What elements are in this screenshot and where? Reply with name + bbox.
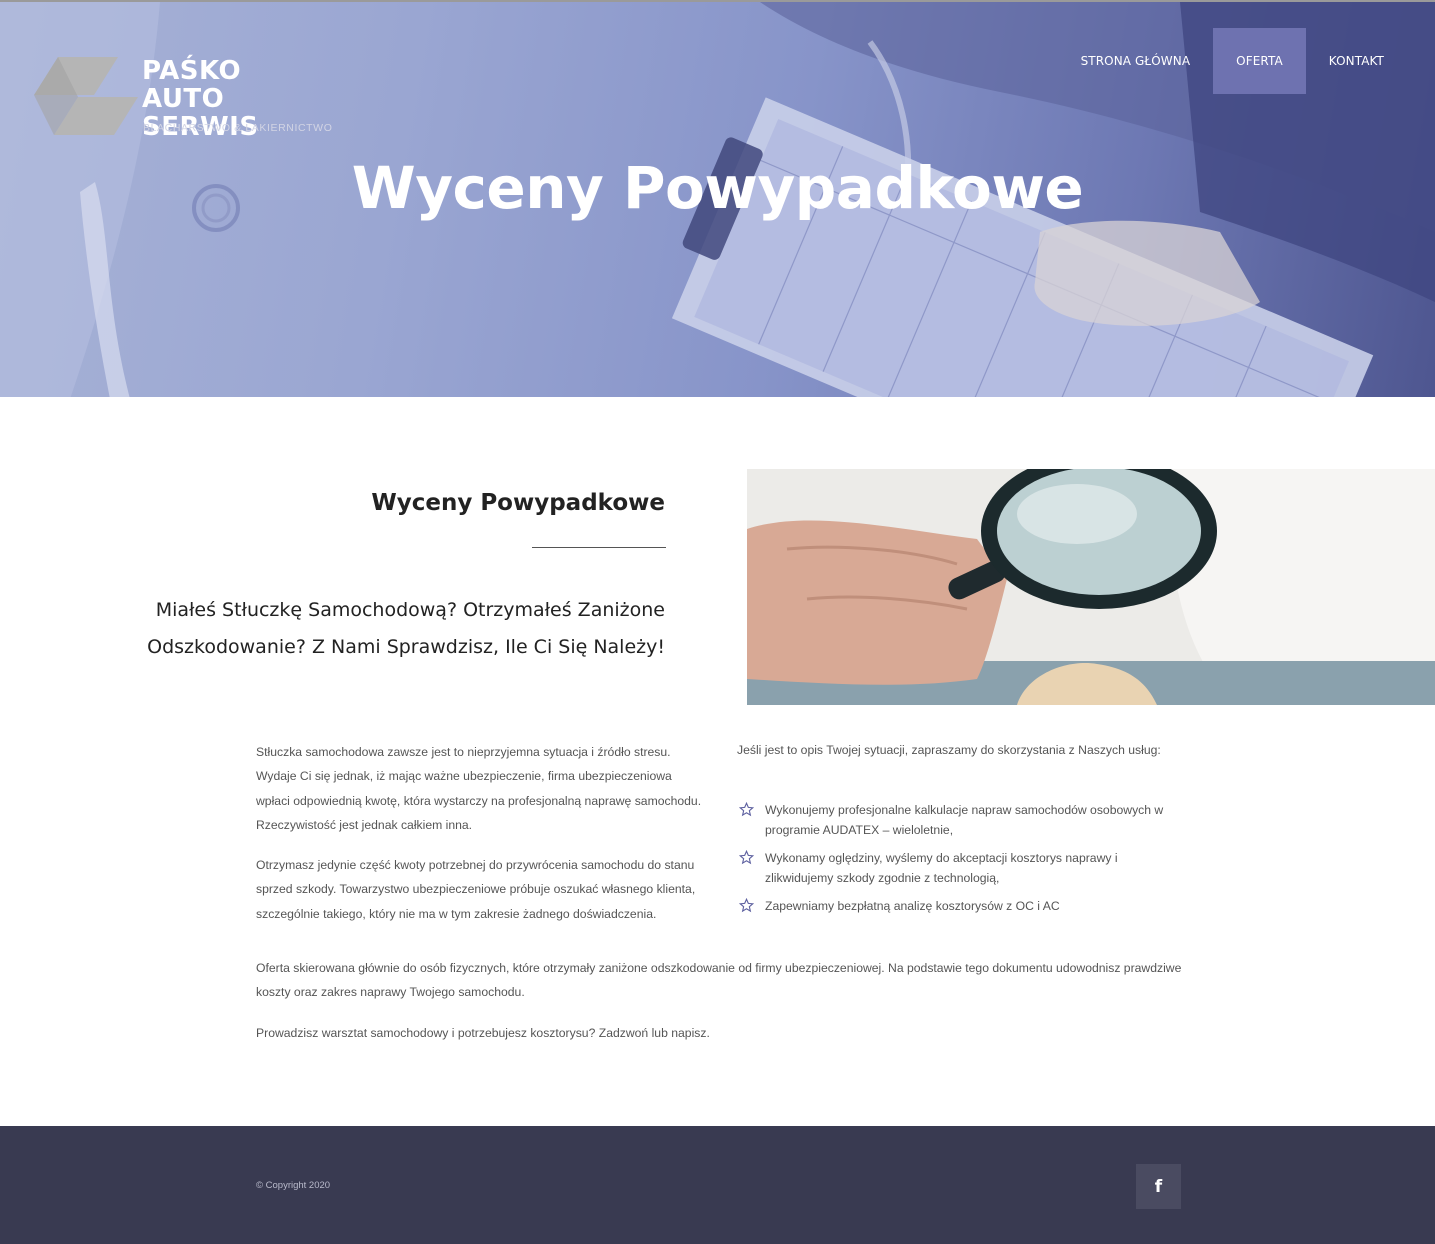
services-list: Wykonujemy profesjonalne kalkulacje napr… <box>737 800 1187 916</box>
paragraph-offer: Oferta skierowana głównie do osób fizycz… <box>256 961 1182 1000</box>
nav-item-offer[interactable]: OFERTA <box>1213 28 1306 94</box>
nav-item-contact[interactable]: KONTAKT <box>1306 28 1407 94</box>
hero-banner: PAŚKO AUTO SERWIS BLACHARSTWO & LAKIERNI… <box>0 0 1435 397</box>
list-item-text: Wykonamy oględziny, wyślemy do akceptacj… <box>765 851 1118 885</box>
section-divider <box>532 547 666 548</box>
list-item: Wykonujemy profesjonalne kalkulacje napr… <box>737 800 1187 840</box>
footer: © Copyright 2020 f <box>0 1126 1435 1244</box>
paragraph-insurer: Otrzymasz jedynie część kwoty potrzebnej… <box>256 858 696 921</box>
star-icon <box>739 802 754 817</box>
content-full-width: Oferta skierowana głównie do osób fizycz… <box>256 956 1196 1045</box>
brand-logo-mark <box>34 57 138 135</box>
main-nav: STRONA GŁÓWNA OFERTA KONTAKT <box>1058 28 1407 94</box>
content-left-column: Stłuczka samochodowa zawsze jest to niep… <box>256 740 706 926</box>
copyright-text: © Copyright 2020 <box>256 1180 331 1191</box>
paragraph-workshop: Prowadzisz warsztat samochodowy i potrze… <box>256 1025 710 1040</box>
star-icon <box>739 850 754 865</box>
list-item-text: Zapewniamy bezpłatną analizę kosztorysów… <box>765 899 1060 913</box>
magnifying-glass-photo <box>747 469 1435 705</box>
nav-item-home[interactable]: STRONA GŁÓWNA <box>1058 28 1214 94</box>
list-item: Wykonamy oględziny, wyślemy do akceptacj… <box>737 848 1187 888</box>
paragraph-intro: Stłuczka samochodowa zawsze jest to niep… <box>256 745 702 832</box>
brand-name-line1: PAŚKO <box>142 56 242 86</box>
hero-title: Wyceny Powypadkowe <box>351 154 1084 222</box>
star-icon <box>739 898 754 913</box>
list-item-text: Wykonujemy profesjonalne kalkulacje napr… <box>765 803 1164 837</box>
brand-tagline: BLACHARSTWO & LAKIERNICTWO <box>143 122 333 134</box>
content-right-column: Jeśli jest to opis Twojej sytuacji, zapr… <box>737 740 1187 924</box>
section-lead: Miałeś Stłuczkę Samochodową? Otrzymałeś … <box>147 599 665 658</box>
facebook-icon[interactable]: f <box>1136 1164 1181 1209</box>
list-item: Zapewniamy bezpłatną analizę kosztorysów… <box>737 896 1187 916</box>
services-intro: Jeśli jest to opis Twojej sytuacji, zapr… <box>737 743 1161 757</box>
brand-logo[interactable]: PAŚKO AUTO SERWIS BLACHARSTWO & LAKIERNI… <box>34 56 344 141</box>
section-title: Wyceny Powypadkowe <box>371 490 665 516</box>
magnifier-image <box>747 469 1435 705</box>
